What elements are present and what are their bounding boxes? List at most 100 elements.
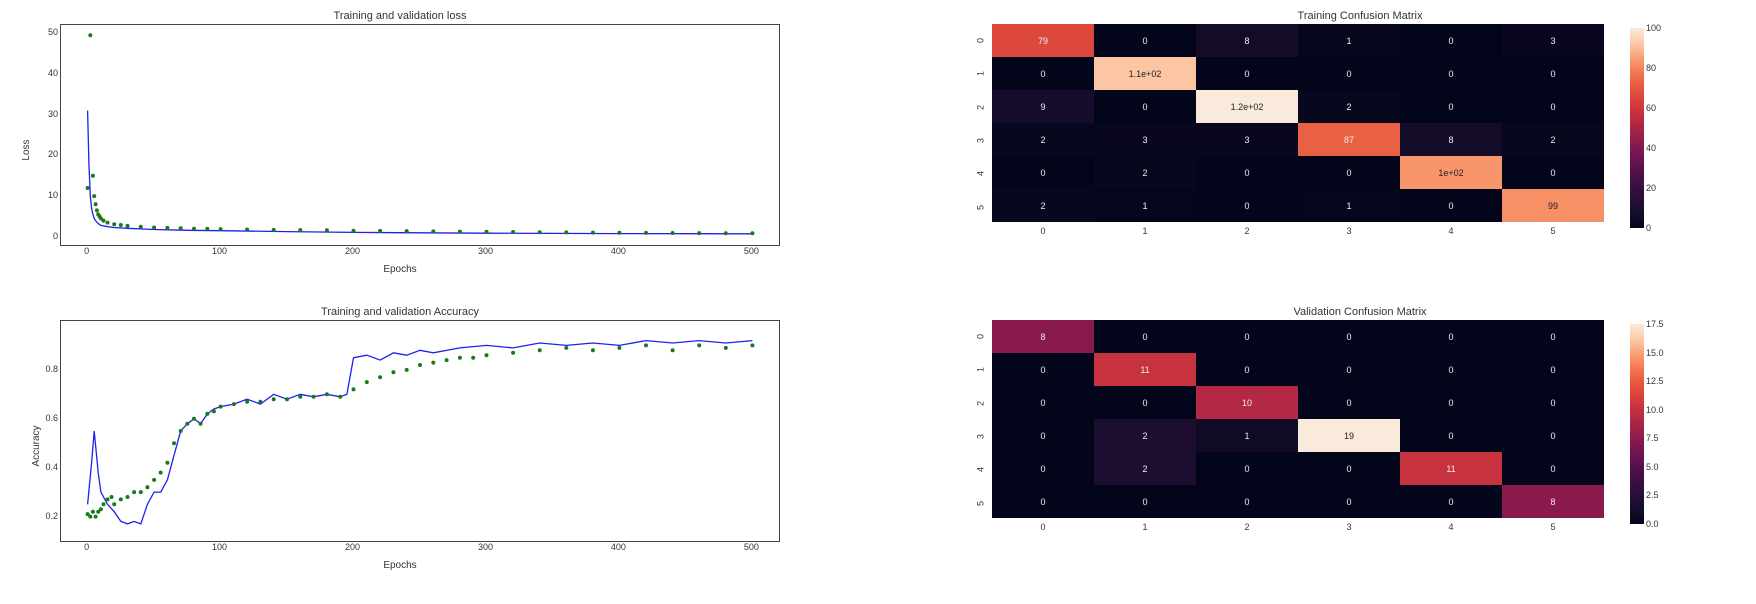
heatmap-cell: 2	[1502, 123, 1604, 156]
heatmap-cell: 10	[1196, 386, 1298, 419]
row-label: 4	[965, 459, 998, 481]
colorbar-tick: 10.0	[1646, 405, 1664, 415]
heatmap-cell: 0	[1400, 57, 1502, 90]
heatmap-cell: 0	[1298, 386, 1400, 419]
row-label: 4	[965, 163, 998, 185]
heatmap-cell: 0	[1502, 419, 1604, 452]
heatmap-cell: 1e+02	[1400, 156, 1502, 189]
heatmap-cell: 1	[1196, 419, 1298, 452]
x-tick: 400	[611, 246, 626, 256]
heatmap-cell: 1.1e+02	[1094, 57, 1196, 90]
heatmap-cell: 0	[1196, 485, 1298, 518]
colorbar-tick: 15.0	[1646, 348, 1664, 358]
heatmap-cell: 0	[1400, 353, 1502, 386]
col-label: 1	[1142, 226, 1147, 236]
chart-title: Training Confusion Matrix	[970, 10, 1750, 22]
heatmap-cell: 99	[1502, 189, 1604, 222]
heatmap-cell: 0	[1298, 320, 1400, 353]
heatmap-cell: 8	[992, 320, 1094, 353]
y-tick: 0.8	[30, 364, 58, 374]
heatmap-cell: 0	[1298, 353, 1400, 386]
heatmap-cell: 11	[1094, 353, 1196, 386]
col-label: 2	[1244, 226, 1249, 236]
col-label: 5	[1550, 226, 1555, 236]
x-tick: 100	[212, 542, 227, 552]
x-tick: 200	[345, 246, 360, 256]
colorbar-tick: 60	[1646, 103, 1656, 113]
row-label: 2	[965, 96, 998, 118]
heatmap-cell: 0	[992, 156, 1094, 189]
heatmap-cell: 0	[1400, 419, 1502, 452]
heatmap-cell: 8	[1196, 24, 1298, 57]
colorbar-tick: 12.5	[1646, 376, 1664, 386]
x-tick: 300	[478, 542, 493, 552]
x-tick: 400	[611, 542, 626, 552]
col-label: 3	[1346, 226, 1351, 236]
heatmap-cell: 2	[1094, 156, 1196, 189]
heatmap-cell: 0	[1094, 386, 1196, 419]
colorbar: 0.02.55.07.510.012.515.017.5	[1630, 324, 1644, 524]
heatmap-cell: 0	[1502, 156, 1604, 189]
col-label: 0	[1040, 522, 1045, 532]
heatmap-cell: 2	[1298, 90, 1400, 123]
col-label: 4	[1448, 226, 1453, 236]
heatmap-cell: 0	[992, 419, 1094, 452]
heatmap-cell: 0	[992, 386, 1094, 419]
col-label: 2	[1244, 522, 1249, 532]
heatmap-cell: 0	[1196, 452, 1298, 485]
loss-chart: Training and validation loss Loss 010203…	[10, 10, 790, 290]
colorbar-tick: 0	[1646, 223, 1651, 233]
heatmap-cell: 0	[1094, 90, 1196, 123]
x-tick: 500	[744, 246, 759, 256]
heatmap-cell: 0	[1094, 320, 1196, 353]
heatmap-cell: 0	[1502, 57, 1604, 90]
heatmap-cell: 0	[1196, 57, 1298, 90]
y-tick: 0	[30, 231, 58, 241]
y-tick: 30	[30, 109, 58, 119]
colorbar-tick: 40	[1646, 143, 1656, 153]
colorbar-tick: 20	[1646, 183, 1656, 193]
row-label: 1	[965, 63, 998, 85]
row-label: 3	[965, 130, 998, 152]
y-tick: 40	[30, 68, 58, 78]
y-tick: 0.6	[30, 413, 58, 423]
x-tick: 200	[345, 542, 360, 552]
heatmap-cell: 3	[1196, 123, 1298, 156]
x-tick: 500	[744, 542, 759, 552]
heatmap-cell: 0	[992, 353, 1094, 386]
col-label: 3	[1346, 522, 1351, 532]
heatmap-cell: 0	[992, 485, 1094, 518]
heatmap-cell: 0	[1298, 452, 1400, 485]
row-label: 3	[965, 426, 998, 448]
heatmap-cell: 0	[1502, 320, 1604, 353]
colorbar-tick: 80	[1646, 63, 1656, 73]
x-tick: 100	[212, 246, 227, 256]
heatmap-cell: 9	[992, 90, 1094, 123]
y-tick: 0.2	[30, 511, 58, 521]
heatmap-cell: 0	[1196, 353, 1298, 386]
row-label: 2	[965, 392, 998, 414]
heatmap-cell: 2	[992, 189, 1094, 222]
heatmap-grid: 8000000110000001000002119000200110000008	[992, 320, 1604, 518]
colorbar-tick: 100	[1646, 23, 1661, 33]
heatmap-cell: 0	[1196, 156, 1298, 189]
x-tick: 300	[478, 246, 493, 256]
plot-area	[60, 320, 780, 542]
heatmap-cell: 3	[1502, 24, 1604, 57]
heatmap-cell: 79	[992, 24, 1094, 57]
row-label: 5	[965, 196, 998, 218]
heatmap-cell: 0	[1502, 90, 1604, 123]
colorbar-tick: 5.0	[1646, 462, 1659, 472]
y-tick: 0.4	[30, 462, 58, 472]
heatmap-cell: 1	[1298, 189, 1400, 222]
heatmap-cell: 0	[1502, 452, 1604, 485]
y-tick: 20	[30, 149, 58, 159]
colorbar-tick: 2.5	[1646, 490, 1659, 500]
heatmap-cell: 0	[992, 452, 1094, 485]
heatmap-cell: 8	[1400, 123, 1502, 156]
heatmap-cell: 0	[1196, 320, 1298, 353]
colorbar-tick: 0.0	[1646, 519, 1659, 529]
row-label: 0	[965, 326, 998, 348]
heatmap-cell: 0	[1400, 189, 1502, 222]
x-axis-label: Epochs	[10, 560, 790, 571]
